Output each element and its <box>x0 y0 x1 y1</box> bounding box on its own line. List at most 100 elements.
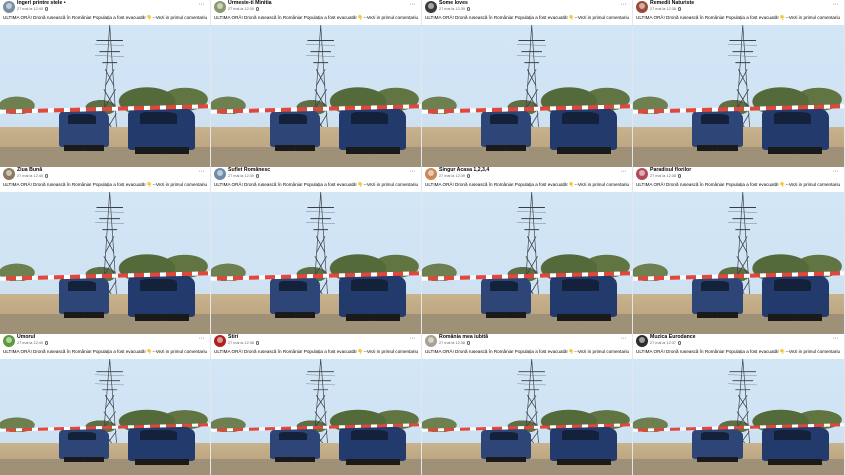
page-name[interactable]: Muzica Eurodance <box>650 334 696 340</box>
page-name[interactable]: Stiri <box>228 334 238 340</box>
page-name[interactable]: Remedii Naturiste <box>650 0 694 6</box>
more-options-icon[interactable]: ··· <box>410 335 416 342</box>
more-options-icon[interactable]: ··· <box>199 1 205 8</box>
post-date[interactable]: 27 mai la 12:39 <box>228 7 260 11</box>
page-name[interactable]: Îngeri printre stele • <box>17 0 66 6</box>
more-options-icon[interactable]: ··· <box>833 1 839 8</box>
more-options-icon[interactable]: ··· <box>410 168 416 175</box>
post-photo[interactable] <box>422 25 632 167</box>
photo-car <box>550 426 618 465</box>
post-photo[interactable] <box>0 25 210 167</box>
post-header: Remedii Naturiste 27 mai la 12:38 ··· <box>633 0 844 15</box>
page-avatar[interactable] <box>425 168 437 180</box>
page-name[interactable]: Paradisul florilor <box>650 167 691 173</box>
post-photo[interactable] <box>0 359 210 475</box>
more-options-icon[interactable]: ··· <box>199 168 205 175</box>
page-name[interactable]: Umorul <box>17 334 35 340</box>
photo-car <box>58 277 110 318</box>
post-photo[interactable] <box>422 192 632 334</box>
post-header: Paradisul florilor 27 mai la 12:38 ··· <box>633 167 844 182</box>
page-avatar[interactable] <box>214 168 226 180</box>
photo-car <box>550 107 618 154</box>
post-photo[interactable] <box>211 192 421 334</box>
photo-car <box>58 110 110 151</box>
post-header: Singur Acasa 1,2,3,4 27 mai la 12:39 ··· <box>422 167 632 182</box>
page-name[interactable]: Urmeste-ti Minitia <box>228 0 272 6</box>
post-caption: ULTIMA ORĂ! Dronă rusească în România! P… <box>425 182 630 187</box>
photo-car <box>692 277 743 318</box>
post-caption: ULTIMA ORĂ! Dronă rusească în România! P… <box>425 15 630 20</box>
post-caption: ULTIMA ORĂ! Dronă rusească în România! P… <box>636 15 841 20</box>
facebook-post: Ziua Bună 27 mai la 12:40 ··· ULTIMA ORĂ… <box>0 167 211 334</box>
photo-car <box>761 426 830 465</box>
photo-car <box>550 274 618 321</box>
globe-icon <box>677 7 682 11</box>
more-options-icon[interactable]: ··· <box>410 1 416 8</box>
post-photo[interactable] <box>0 192 210 334</box>
post-header: Îngeri printre stele • 27 mai la 12:40 ·… <box>0 0 210 15</box>
page-avatar[interactable] <box>636 335 648 347</box>
post-date[interactable]: 27 mai la 12:38 <box>439 341 471 345</box>
more-options-icon[interactable]: ··· <box>833 335 839 342</box>
globe-icon <box>677 341 682 345</box>
post-photo[interactable] <box>633 359 844 475</box>
photo-car <box>339 274 407 321</box>
photo-car <box>480 428 532 462</box>
globe-icon <box>255 174 260 178</box>
page-avatar[interactable] <box>3 1 15 13</box>
post-header: Muzica Eurodance 27 mai la 12:37 ··· <box>633 334 844 349</box>
post-caption: ULTIMA ORĂ! Dronă rusească în România! P… <box>214 349 419 354</box>
facebook-post: Urmeste-ti Minitia 27 mai la 12:39 ··· U… <box>211 0 422 167</box>
post-date[interactable]: 27 mai la 12:38 <box>228 341 260 345</box>
page-avatar[interactable] <box>636 168 648 180</box>
post-date[interactable]: 27 mai la 12:38 <box>650 7 682 11</box>
more-options-icon[interactable]: ··· <box>621 168 627 175</box>
page-name[interactable]: Ziua Bună <box>17 167 42 173</box>
post-date[interactable]: 27 mai la 12:39 <box>228 174 260 178</box>
page-avatar[interactable] <box>425 335 437 347</box>
post-header: Ziua Bună 27 mai la 12:40 ··· <box>0 167 210 182</box>
facebook-post: Muzica Eurodance 27 mai la 12:37 ··· ULT… <box>633 334 845 475</box>
globe-icon <box>255 341 260 345</box>
post-date[interactable]: 27 mai la 12:40 <box>17 341 49 345</box>
page-name[interactable]: Some loves <box>439 0 468 6</box>
post-date[interactable]: 27 mai la 12:37 <box>650 341 682 345</box>
post-photo[interactable] <box>211 25 421 167</box>
post-date[interactable]: 27 mai la 12:40 <box>17 7 49 11</box>
more-options-icon[interactable]: ··· <box>833 168 839 175</box>
post-caption: ULTIMA ORĂ! Dronă rusească în România! P… <box>3 15 208 20</box>
post-photo[interactable] <box>422 359 632 475</box>
post-photo[interactable] <box>211 359 421 475</box>
page-avatar[interactable] <box>214 1 226 13</box>
posts-grid: Îngeri printre stele • 27 mai la 12:40 ·… <box>0 0 845 475</box>
page-name[interactable]: România mea iubită <box>439 334 488 340</box>
post-caption: ULTIMA ORĂ! Dronă rusească în România! P… <box>425 349 630 354</box>
page-avatar[interactable] <box>425 1 437 13</box>
post-header: Some loves 27 mai la 12:39 ··· <box>422 0 632 15</box>
page-avatar[interactable] <box>214 335 226 347</box>
photo-car <box>761 274 830 321</box>
post-caption: ULTIMA ORĂ! Dronă rusească în România! P… <box>214 15 419 20</box>
more-options-icon[interactable]: ··· <box>199 335 205 342</box>
more-options-icon[interactable]: ··· <box>621 1 627 8</box>
page-avatar[interactable] <box>636 1 648 13</box>
photo-car <box>128 107 196 154</box>
post-header: Suflet Românesc 27 mai la 12:39 ··· <box>211 167 421 182</box>
facebook-post: Remedii Naturiste 27 mai la 12:38 ··· UL… <box>633 0 845 167</box>
page-name[interactable]: Singur Acasa 1,2,3,4 <box>439 167 489 173</box>
facebook-post: Paradisul florilor 27 mai la 12:38 ··· U… <box>633 167 845 334</box>
photo-car <box>339 426 407 465</box>
post-photo[interactable] <box>633 192 844 334</box>
page-name[interactable]: Suflet Românesc <box>228 167 270 173</box>
page-avatar[interactable] <box>3 335 15 347</box>
more-options-icon[interactable]: ··· <box>621 335 627 342</box>
facebook-post: Singur Acasa 1,2,3,4 27 mai la 12:39 ···… <box>422 167 633 334</box>
photo-car <box>480 277 532 318</box>
page-avatar[interactable] <box>3 168 15 180</box>
post-date[interactable]: 27 mai la 12:40 <box>17 174 49 178</box>
post-date[interactable]: 27 mai la 12:39 <box>439 174 471 178</box>
post-date[interactable]: 27 mai la 12:38 <box>650 174 682 178</box>
post-photo[interactable] <box>633 25 844 167</box>
post-date[interactable]: 27 mai la 12:39 <box>439 7 471 11</box>
photo-car <box>480 110 532 151</box>
